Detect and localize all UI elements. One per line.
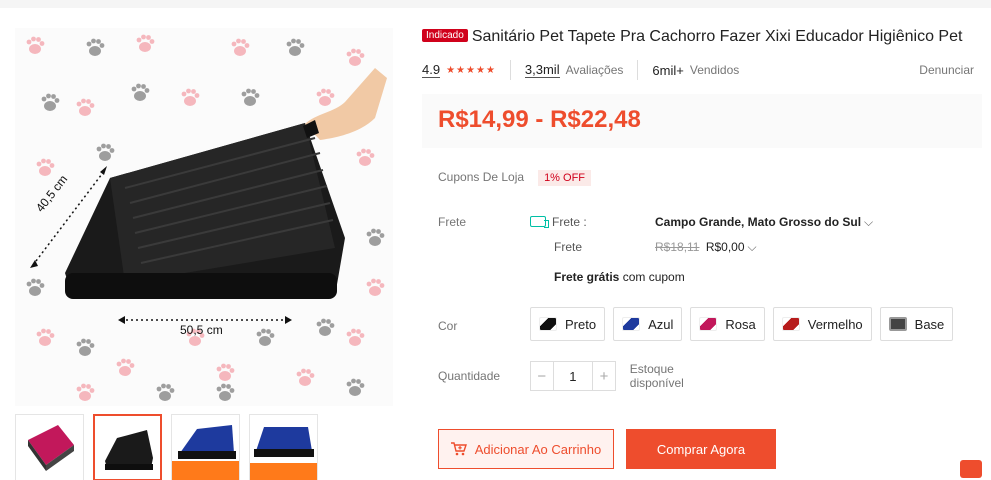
- shipping-label: Frete: [438, 215, 467, 229]
- thumbnail-strip: [15, 414, 318, 480]
- color-option-label: Rosa: [725, 316, 756, 332]
- litter-mat-image: [30, 68, 387, 324]
- recommended-badge: Indicado: [422, 29, 468, 42]
- cart-icon: [450, 442, 467, 456]
- pink-mat-thumb: [28, 425, 74, 471]
- sold-label: Vendidos: [689, 63, 740, 77]
- color-option-vermelho[interactable]: Vermelho: [772, 307, 872, 341]
- product-page: 40,5 cm 50,5 cm Indicado Sanitário Pet T…: [0, 0, 991, 480]
- free-shipping-rest: com cupom: [622, 270, 685, 284]
- product-detail: Indicado Sanitário Pet Tapete Pra Cachorr…: [422, 26, 982, 448]
- chevron-down-icon: ⌵: [747, 240, 757, 254]
- divider: [509, 60, 511, 80]
- add-to-cart-label: Adicionar Ao Carrinho: [474, 441, 602, 457]
- shipping-destination[interactable]: Campo Grande, Mato Grosso do Sul ⌵: [655, 215, 873, 230]
- stats-bar: 4.9 ★★★★★ 3,3mil Avaliações 6mil+ Vendid…: [422, 60, 982, 80]
- add-to-cart-button[interactable]: Adicionar Ao Carrinho: [438, 429, 614, 469]
- buy-now-button[interactable]: Comprar Agora: [626, 429, 776, 469]
- stock-status: Estoque disponível: [629, 362, 684, 390]
- color-options: Preto Azul Rosa Vermelho Base: [530, 307, 954, 341]
- color-label: Cor: [438, 319, 458, 333]
- quantity-input[interactable]: 1: [553, 361, 593, 391]
- color-option-label: Vermelho: [807, 316, 863, 332]
- divider: [637, 60, 639, 80]
- blue-mat-thumb: [172, 425, 239, 480]
- product-card: 40,5 cm 50,5 cm Indicado Sanitário Pet T…: [0, 8, 991, 480]
- free-shipping-bold: Frete grátis: [554, 270, 620, 284]
- new-shipping-price: R$0,00: [705, 240, 745, 254]
- rating-value[interactable]: 4.9: [422, 62, 441, 78]
- thumbnail-2[interactable]: [93, 414, 162, 480]
- price-box: R$14,99 - R$22,48: [422, 94, 982, 148]
- color-option-azul[interactable]: Azul: [613, 307, 683, 341]
- coupons-row: Cupons De Loja 1% OFF: [438, 170, 592, 186]
- reviews-count[interactable]: 3,3mil: [524, 62, 560, 78]
- chevron-down-icon: ⌵: [864, 215, 874, 229]
- quantity-plus-button[interactable]: +: [592, 361, 616, 391]
- chat-icon[interactable]: [960, 460, 982, 478]
- color-swatch-icon: [622, 317, 641, 331]
- product-title: Indicado Sanitário Pet Tapete Pra Cachorr…: [422, 26, 982, 48]
- color-swatch-icon: [888, 317, 907, 331]
- sold-count: 6mil+: [652, 62, 684, 78]
- color-option-label: Azul: [648, 316, 674, 332]
- black-mat-thumb: [105, 430, 153, 470]
- thumbnail-3[interactable]: [171, 414, 240, 480]
- truck-icon: [530, 216, 549, 228]
- blue-mat-flat-thumb: [250, 427, 317, 480]
- color-option-base[interactable]: Base: [879, 307, 954, 341]
- buy-now-label: Comprar Agora: [656, 441, 746, 457]
- color-swatch-icon: [699, 317, 718, 331]
- main-product-image[interactable]: 40,5 cm 50,5 cm: [15, 28, 393, 406]
- quantity-label: Quantidade: [438, 369, 501, 383]
- destination-text: Campo Grande, Mato Grosso do Sul: [655, 215, 862, 229]
- dimension-width-label: 50,5 cm: [180, 323, 223, 337]
- product-title-text: Sanitário Pet Tapete Pra Cachorro Fazer …: [471, 28, 963, 45]
- price-range: R$14,99 - R$22,48: [438, 106, 641, 133]
- color-option-label: Base: [914, 316, 945, 332]
- rating-stars-icon: ★★★★★: [446, 64, 496, 76]
- color-swatch-icon: [539, 317, 557, 331]
- thumbnail-1[interactable]: [15, 414, 84, 480]
- options-area: Cupons De Loja 1% OFF Frete Frete : Campo…: [422, 148, 982, 448]
- free-shipping: Frete grátis com cupom: [554, 270, 685, 284]
- coupons-label: Cupons De Loja: [438, 170, 525, 184]
- report-link[interactable]: Denunciar: [919, 63, 974, 77]
- color-option-preto[interactable]: Preto: [530, 307, 606, 341]
- shipping-cost[interactable]: R$18,11 R$0,00 ⌵: [655, 240, 757, 255]
- color-swatch-icon: [781, 317, 800, 331]
- shipping-to: Frete :: [530, 215, 587, 229]
- color-option-label: Preto: [565, 316, 597, 332]
- thumbnail-4[interactable]: [249, 414, 318, 480]
- shipping-cost-label: Frete: [554, 240, 583, 254]
- coupon-badge[interactable]: 1% OFF: [538, 170, 592, 186]
- quantity-minus-button[interactable]: −: [530, 361, 554, 391]
- color-option-rosa[interactable]: Rosa: [690, 307, 765, 341]
- shipping-to-label: Frete :: [552, 215, 587, 229]
- old-shipping-price: R$18,11: [655, 240, 700, 254]
- reviews-label: Avaliações: [565, 63, 624, 77]
- quantity-stepper: − 1 + Estoque disponível: [530, 361, 708, 391]
